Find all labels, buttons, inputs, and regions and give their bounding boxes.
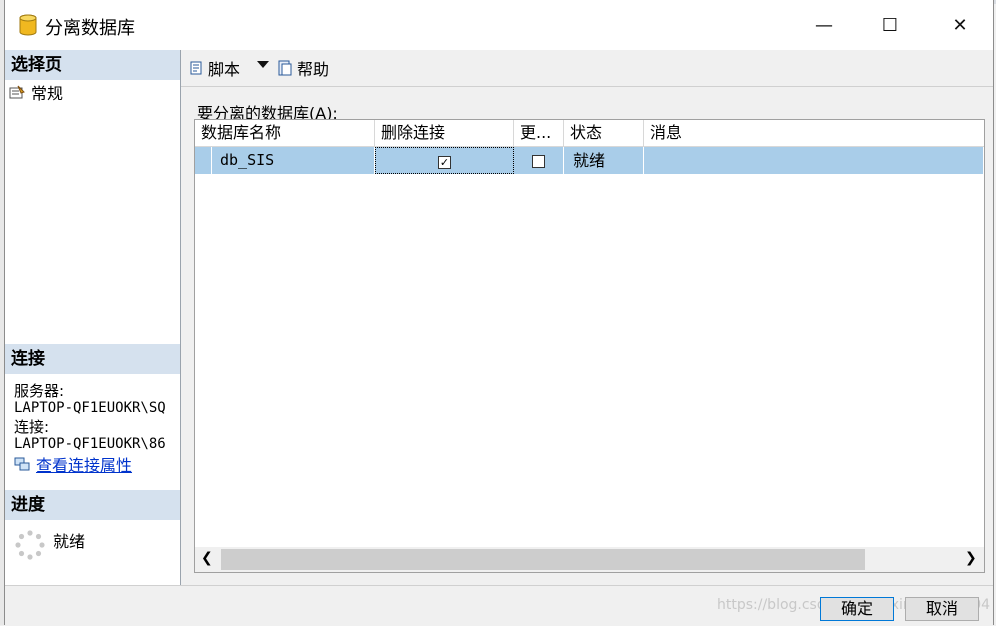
- minimize-icon: —: [815, 14, 833, 36]
- page-item-general[interactable]: 常规: [9, 80, 63, 104]
- script-label: 脚本: [208, 60, 241, 79]
- column-header-drop-connections[interactable]: 删除连接: [375, 120, 514, 146]
- column-header-status[interactable]: 状态: [564, 120, 644, 146]
- script-button[interactable]: 脚本: [188, 56, 240, 80]
- view-connection-properties-link[interactable]: 查看连接属性: [14, 452, 132, 476]
- column-header-update-statistics[interactable]: 更...: [514, 120, 564, 146]
- help-label: 帮助: [297, 60, 330, 79]
- progress-status: 就绪: [53, 532, 86, 551]
- connection-properties-icon: [14, 457, 30, 471]
- close-icon: ✕: [952, 14, 968, 36]
- window-title: 分离数据库: [45, 18, 135, 39]
- table-row[interactable]: db_SIS ✓ 就绪: [195, 147, 984, 174]
- scrollbar-thumb[interactable]: [221, 549, 865, 570]
- cancel-button[interactable]: 取消: [905, 597, 979, 621]
- scroll-right-icon[interactable]: ❯: [965, 550, 979, 568]
- toolbar: 脚本 帮助: [181, 50, 993, 87]
- update-statistics-checkbox[interactable]: [532, 155, 545, 168]
- database-icon: [19, 14, 37, 36]
- row-selector[interactable]: [195, 147, 212, 174]
- ok-button[interactable]: 确定: [820, 597, 894, 621]
- maximize-button[interactable]: ☐: [867, 0, 913, 50]
- server-value: LAPTOP-QF1EUOKR\SQ: [14, 400, 166, 416]
- grid-header: 数据库名称 删除连接 更... 状态 消息: [195, 120, 984, 147]
- drop-connections-checkbox[interactable]: ✓: [438, 156, 451, 169]
- message-cell: [644, 147, 984, 174]
- checkmark-icon: ✓: [439, 156, 450, 169]
- view-connection-properties-text[interactable]: 查看连接属性: [36, 452, 132, 476]
- help-button[interactable]: 帮助: [277, 56, 329, 80]
- page-item-label: 常规: [31, 84, 64, 103]
- scroll-left-icon[interactable]: ❮: [201, 550, 215, 568]
- column-header-message[interactable]: 消息: [644, 120, 984, 146]
- minimize-button[interactable]: —: [801, 0, 847, 50]
- update-statistics-cell[interactable]: [514, 147, 564, 174]
- detach-database-dialog: 分离数据库 — ☐ ✕ 选择页 常规 连接 服务器: LAPTOP-QF1EUO…: [4, 0, 994, 626]
- connection-header: 连接: [5, 344, 180, 374]
- close-button[interactable]: ✕: [937, 0, 983, 50]
- properties-icon: [9, 85, 25, 99]
- left-pane: 选择页 常规 连接 服务器: LAPTOP-QF1EUOKR\SQ 连接: LA…: [5, 50, 181, 585]
- database-name-cell[interactable]: db_SIS: [212, 147, 375, 174]
- maximize-icon: ☐: [881, 14, 899, 36]
- connection-value: LAPTOP-QF1EUOKR\86: [14, 436, 166, 452]
- progress-header: 进度: [5, 490, 180, 520]
- databases-grid[interactable]: 数据库名称 删除连接 更... 状态 消息 db_SIS ✓ 就绪 ❮ ❯: [194, 119, 985, 573]
- connection-label: 连接:: [14, 418, 50, 436]
- button-bar: https://blog.csdn.net/weixin_45432404 确定…: [5, 585, 993, 626]
- server-label: 服务器:: [14, 382, 65, 400]
- horizontal-scrollbar[interactable]: ❮ ❯: [195, 547, 984, 572]
- script-icon: [190, 61, 202, 75]
- help-icon: [278, 60, 292, 76]
- script-dropdown-arrow-icon[interactable]: [257, 61, 269, 68]
- title-bar: 分离数据库 — ☐ ✕: [5, 0, 993, 50]
- select-page-header: 选择页: [5, 50, 180, 80]
- status-cell: 就绪: [564, 147, 644, 174]
- drop-connections-cell[interactable]: ✓: [375, 147, 514, 174]
- column-header-database-name[interactable]: 数据库名称: [195, 120, 375, 146]
- progress-spinner-icon: [15, 530, 45, 560]
